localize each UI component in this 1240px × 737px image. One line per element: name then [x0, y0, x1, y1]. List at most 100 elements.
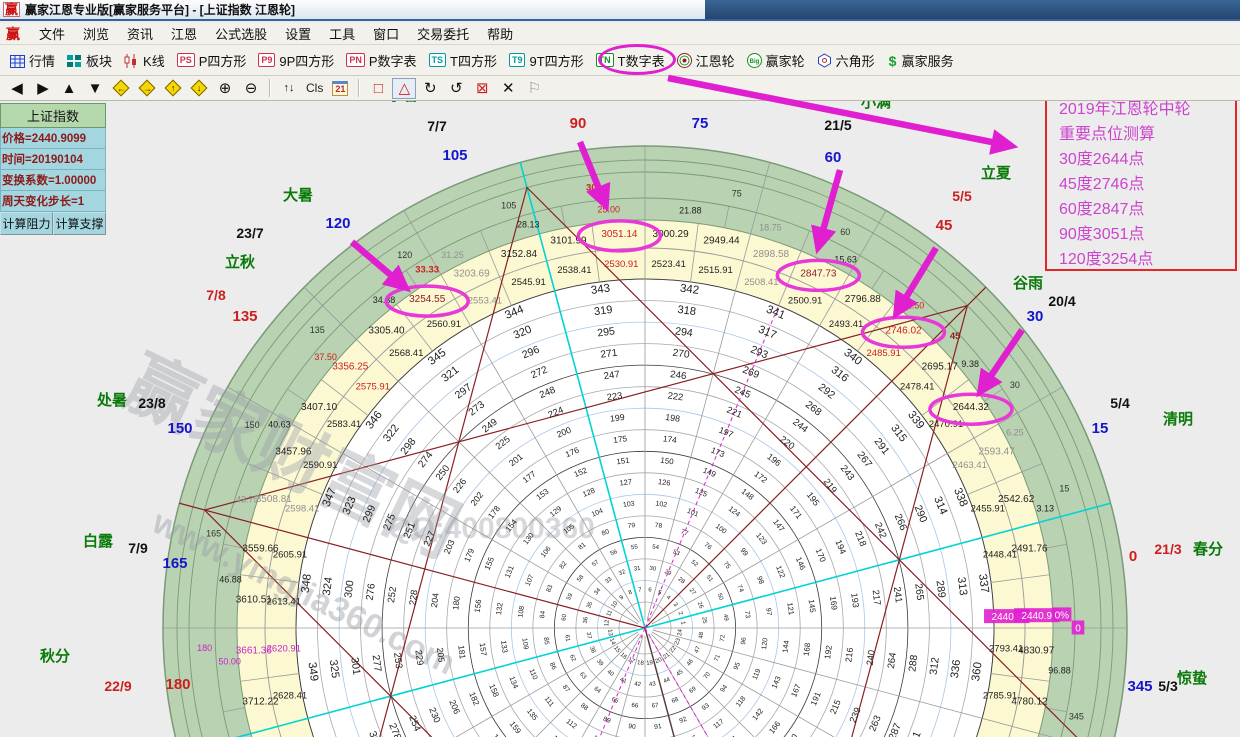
svg-text:0: 0 [1129, 548, 1137, 565]
menu-item-浏览[interactable]: 浏览 [74, 22, 118, 45]
svg-text:大暑: 大暑 [283, 186, 313, 204]
toolbar-button-T数字表[interactable]: TNT数字表 [590, 48, 671, 73]
svg-text:28.13: 28.13 [517, 220, 540, 230]
menu-item-文件[interactable]: 文件 [30, 22, 74, 45]
menu-item-设置[interactable]: 设置 [276, 22, 320, 45]
flag-button[interactable]: ⚐ [522, 78, 546, 99]
svg-text:288: 288 [907, 654, 920, 673]
svg-text:15: 15 [1059, 484, 1069, 494]
pan-down-button[interactable]: ↓ [187, 78, 211, 99]
toolbar-button-行情[interactable]: 行情 [4, 48, 61, 73]
svg-text:324: 324 [321, 576, 335, 596]
svg-text:204: 204 [429, 592, 441, 608]
svg-text:121: 121 [785, 602, 796, 616]
annotation-line-6: 90度3051点 [1059, 222, 1235, 247]
svg-text:165: 165 [206, 528, 221, 538]
pointer-down-button[interactable]: ▼ [83, 78, 107, 99]
svg-text:276: 276 [365, 582, 378, 601]
svg-text:31.25: 31.25 [441, 250, 464, 260]
toolbar-button-赢家服务[interactable]: $赢家服务 [881, 48, 960, 73]
toolbar-button-9P四方形[interactable]: P99P四方形 [252, 48, 340, 73]
toolbar-button-K线[interactable]: K线 [118, 48, 171, 73]
TN-badge-icon: TN [596, 53, 614, 67]
svg-text:6.25: 6.25 [1006, 428, 1024, 438]
svg-text:156: 156 [473, 598, 484, 613]
toolbar-button-label: 9T四方形 [529, 51, 583, 70]
zoom-in-button[interactable]: ⊕ [213, 78, 237, 99]
svg-text:2796.88: 2796.88 [845, 294, 882, 305]
svg-text:2523.41: 2523.41 [652, 259, 686, 270]
triangle-tool-button[interactable]: △ [392, 78, 416, 99]
svg-text:46.88: 46.88 [219, 575, 242, 585]
forward-button[interactable]: ▶ [31, 78, 55, 99]
svg-text:120: 120 [325, 215, 350, 232]
svg-text:265: 265 [912, 583, 925, 602]
svg-text:145: 145 [807, 599, 818, 614]
pointer-up-button[interactable]: ▲ [57, 78, 81, 99]
svg-text:3254.55: 3254.55 [409, 294, 446, 305]
menu-item-江恩[interactable]: 江恩 [162, 22, 206, 45]
square-tool-button[interactable]: □ [366, 78, 390, 99]
svg-text:253: 253 [391, 652, 404, 669]
svg-text:2593.47: 2593.47 [979, 447, 1016, 458]
panel-field-时间: 时间=20190104 [0, 149, 106, 170]
svg-text:2500.91: 2500.91 [788, 295, 822, 306]
svg-text:白露: 白露 [83, 532, 114, 550]
dollar-icon: $ [887, 52, 898, 68]
svg-text:37.50: 37.50 [314, 352, 337, 362]
svg-text:199: 199 [609, 412, 625, 424]
svg-text:2568.41: 2568.41 [389, 348, 423, 359]
svg-text:91: 91 [654, 723, 663, 731]
svg-text:2455.91: 2455.91 [971, 504, 1005, 515]
svg-text:4780.12: 4780.12 [1011, 697, 1048, 708]
menu-items-container: 文件浏览资讯江恩公式选股设置工具窗口交易委托帮助 [30, 22, 522, 45]
back-button[interactable]: ◀ [5, 78, 29, 99]
toolbar-button-江恩轮[interactable]: 江恩轮 [671, 48, 741, 73]
svg-text:清明: 清明 [1163, 410, 1193, 428]
toolbar-button-赢家轮[interactable]: Big赢家轮 [741, 48, 811, 73]
box-x-button[interactable]: ⊠ [470, 78, 494, 99]
menu-item-资讯[interactable]: 资讯 [118, 22, 162, 45]
calc-support-button[interactable]: 计算支撑 [53, 212, 106, 235]
updown-button[interactable]: ↑↓ [277, 78, 301, 99]
toolbar-button-板块[interactable]: 板块 [61, 48, 118, 73]
svg-text:2590.91: 2590.91 [303, 460, 337, 471]
calc-resistance-button[interactable]: 计算阻力 [0, 212, 53, 235]
toolbar-button-P四方形[interactable]: PSP四方形 [171, 48, 253, 73]
toolbar-button-六角形[interactable]: 六角形 [811, 48, 881, 73]
resize-button[interactable]: ✕ [496, 78, 520, 99]
candles-icon [124, 52, 139, 68]
svg-text:30: 30 [586, 182, 597, 193]
cls-button[interactable]: Cls [303, 78, 326, 99]
pan-left-button[interactable]: ← [109, 78, 133, 99]
svg-text:247: 247 [603, 369, 620, 382]
toolbar-button-9T四方形[interactable]: T99T四方形 [503, 48, 590, 73]
rotate-cw-button[interactable]: ↻ [418, 78, 442, 99]
svg-text:50.00: 50.00 [218, 656, 241, 666]
svg-text:168: 168 [802, 642, 813, 657]
svg-text:150: 150 [660, 456, 675, 467]
menu-item-工具[interactable]: 工具 [320, 22, 364, 45]
menu-item-帮助[interactable]: 帮助 [478, 22, 522, 45]
pan-right-button[interactable]: → [135, 78, 159, 99]
calendar-button[interactable]: 21 [328, 78, 352, 99]
svg-text:3610.51: 3610.51 [236, 594, 273, 605]
svg-text:45: 45 [936, 217, 953, 234]
svg-text:23/7: 23/7 [236, 225, 263, 241]
rotate-ccw-button[interactable]: ↺ [444, 78, 468, 99]
svg-text:谷雨: 谷雨 [1013, 275, 1043, 292]
svg-text:2545.91: 2545.91 [511, 277, 545, 288]
toolbar-button-T四方形[interactable]: TST四方形 [423, 48, 503, 73]
toolbar-button-P数字表[interactable]: PNP数字表 [340, 48, 422, 73]
tools-toolbar: ◀▶▲▼←→↑↓⊕⊖↑↓Cls21□△↻↺⊠✕⚐ [0, 76, 1240, 101]
menu-item-窗口[interactable]: 窗口 [364, 22, 408, 45]
pan-up-button[interactable]: ↑ [161, 78, 185, 99]
menu-item-交易委托[interactable]: 交易委托 [408, 22, 478, 45]
svg-text:30: 30 [1010, 380, 1020, 390]
svg-text:2553.41: 2553.41 [468, 295, 502, 306]
svg-text:96: 96 [740, 637, 748, 646]
svg-text:175: 175 [613, 433, 628, 445]
zoom-out-button[interactable]: ⊖ [239, 78, 263, 99]
svg-text:15: 15 [1092, 420, 1109, 437]
menu-item-公式选股[interactable]: 公式选股 [206, 22, 276, 45]
